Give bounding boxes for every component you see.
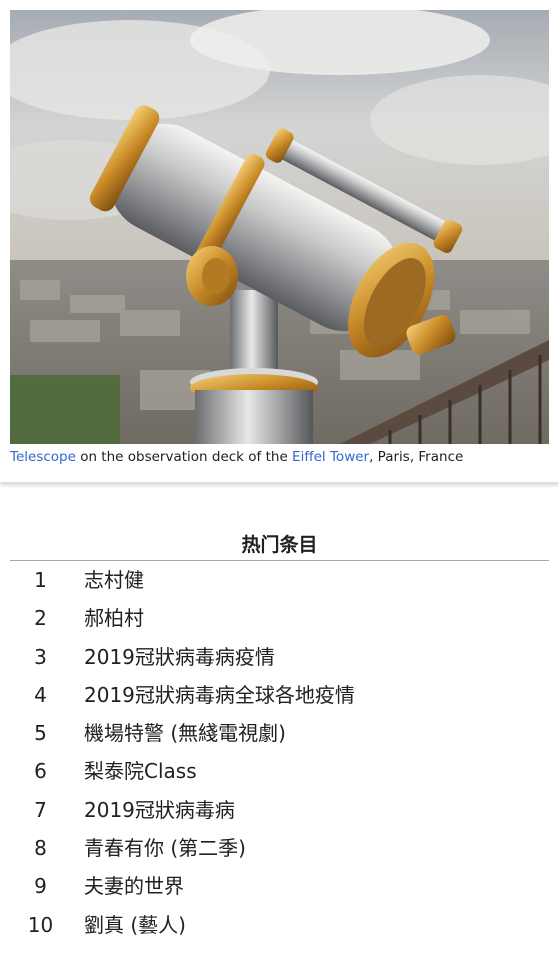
list-item[interactable]: 1 志村健	[10, 561, 549, 599]
list-item[interactable]: 3 2019冠狀病毒病疫情	[10, 638, 549, 676]
rank-number: 3	[34, 644, 47, 669]
caption-text-2: , Paris, France	[369, 449, 464, 465]
rank-number: 6	[34, 759, 47, 784]
list-item[interactable]: 8 青春有你 (第二季)	[10, 829, 549, 867]
list-item[interactable]: 2 郝柏村	[10, 599, 549, 637]
article-link[interactable]: 夫妻的世界	[84, 867, 184, 905]
telescope-photo-image	[10, 10, 549, 444]
article-link[interactable]: 劉真 (藝人)	[84, 906, 186, 944]
featured-photo[interactable]	[10, 10, 549, 444]
rank-number: 9	[34, 874, 47, 899]
article-link[interactable]: 志村健	[84, 561, 144, 599]
caption-text-1: on the observation deck of the	[75, 449, 293, 465]
top-articles-title: 热门条目	[10, 524, 549, 561]
rank-number: 1	[34, 568, 47, 592]
article-link[interactable]: 2019冠狀病毒病	[84, 791, 235, 829]
list-item[interactable]: 10 劉真 (藝人)	[10, 906, 549, 944]
telescope-link[interactable]: Telescope	[10, 449, 76, 465]
photo-caption: Telescope on the observation deck of the…	[10, 447, 550, 467]
list-item[interactable]: 7 2019冠狀病毒病	[10, 791, 549, 829]
article-link[interactable]: 郝柏村	[84, 599, 144, 637]
article-link[interactable]: 梨泰院Class	[84, 752, 197, 790]
list-item[interactable]: 4 2019冠狀病毒病全球各地疫情	[10, 676, 549, 714]
rank-number: 8	[34, 836, 47, 861]
article-link[interactable]: 2019冠狀病毒病疫情	[84, 638, 275, 676]
eiffel-tower-link[interactable]: Eiffel Tower	[292, 449, 369, 465]
article-link[interactable]: 2019冠狀病毒病全球各地疫情	[84, 676, 355, 714]
list-item[interactable]: 6 梨泰院Class	[10, 752, 549, 790]
list-item[interactable]: 5 機場特警 (無綫電視劇)	[10, 714, 549, 752]
rank-number: 10	[27, 912, 54, 937]
rank-number: 4	[34, 682, 47, 707]
list-item[interactable]: 9 夫妻的世界	[10, 867, 549, 905]
rank-number: 7	[34, 797, 47, 822]
top-articles-section: 热门条目 1 志村健 2 郝柏村 3 2019冠狀病毒病疫情 4 2019冠狀病…	[10, 524, 549, 944]
featured-picture-card: Telescope on the observation deck of the…	[0, 0, 559, 483]
rank-number: 5	[34, 721, 47, 746]
rank-number: 2	[34, 606, 47, 631]
article-link[interactable]: 機場特警 (無綫電視劇)	[84, 714, 286, 752]
article-link[interactable]: 青春有你 (第二季)	[84, 829, 246, 867]
